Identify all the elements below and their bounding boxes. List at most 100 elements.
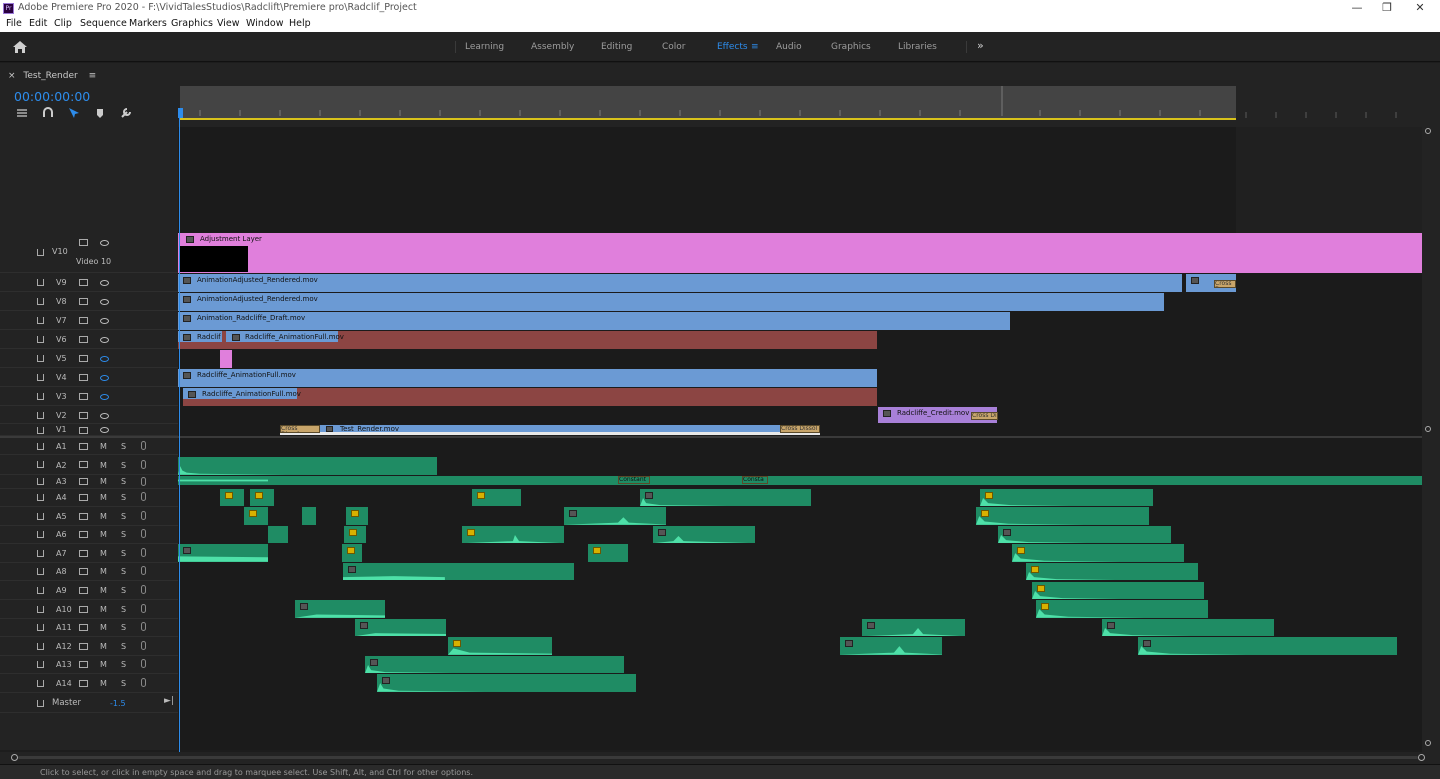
a11-audio-clip[interactable] xyxy=(862,619,965,636)
track-label-v9[interactable]: V9 xyxy=(56,278,67,287)
a4-audio-clip[interactable] xyxy=(640,489,811,506)
timeline-settings-wrench-icon[interactable] xyxy=(120,107,132,119)
solo-button[interactable]: S xyxy=(121,442,126,451)
track-label-a2[interactable]: A2 xyxy=(56,461,67,470)
a4-audio-clip[interactable] xyxy=(472,489,521,506)
cross-dissolve-transition[interactable]: Cross Dissol xyxy=(780,425,820,433)
lock-icon[interactable] xyxy=(37,461,44,468)
lock-icon[interactable] xyxy=(37,680,44,687)
workspace-effects[interactable]: Effects xyxy=(717,42,748,52)
lock-icon[interactable] xyxy=(37,249,44,256)
mute-button[interactable]: M xyxy=(100,642,107,651)
lock-icon[interactable] xyxy=(37,643,44,650)
track-label-v7[interactable]: V7 xyxy=(56,316,67,325)
eye-off-icon[interactable] xyxy=(100,375,109,381)
a4-audio-clip[interactable] xyxy=(980,489,1153,506)
playhead-handle[interactable] xyxy=(178,108,183,118)
sync-lock-icon[interactable] xyxy=(79,513,88,520)
a14-audio-clip[interactable] xyxy=(377,674,636,692)
lock-icon[interactable] xyxy=(37,550,44,557)
video-audio-divider[interactable] xyxy=(0,436,1422,438)
sync-lock-icon[interactable] xyxy=(79,374,88,381)
a7-audio-clip[interactable] xyxy=(588,544,628,562)
lock-icon[interactable] xyxy=(37,374,44,381)
voice-over-mic-icon[interactable] xyxy=(141,548,146,557)
linked-selection-icon[interactable] xyxy=(68,107,80,119)
voice-over-mic-icon[interactable] xyxy=(141,622,146,631)
sync-lock-icon[interactable] xyxy=(79,478,88,485)
sequence-tab[interactable]: × Test_Render ≡ xyxy=(8,71,96,81)
skip-to-end-icon[interactable]: ►| xyxy=(164,696,174,706)
solo-button[interactable]: S xyxy=(121,567,126,576)
track-label-v8[interactable]: V8 xyxy=(56,297,67,306)
a8-audio-clip[interactable] xyxy=(343,563,574,580)
mute-button[interactable]: M xyxy=(100,512,107,521)
lock-icon[interactable] xyxy=(37,513,44,520)
track-label-a1[interactable]: A1 xyxy=(56,442,67,451)
sync-lock-icon[interactable] xyxy=(79,355,88,362)
lock-icon[interactable] xyxy=(37,355,44,362)
a6-audio-clip[interactable] xyxy=(998,526,1171,543)
sync-lock-icon[interactable] xyxy=(79,568,88,575)
track-label-a10[interactable]: A10 xyxy=(56,605,72,614)
constant-power-transition[interactable]: Constant xyxy=(618,476,650,484)
workspace-libraries[interactable]: Libraries xyxy=(898,42,937,52)
a12-audio-clip[interactable] xyxy=(1138,637,1397,655)
a6-audio-clip[interactable] xyxy=(653,526,755,543)
solo-button[interactable]: S xyxy=(121,642,126,651)
solo-button[interactable]: S xyxy=(121,493,126,502)
mute-button[interactable]: M xyxy=(100,530,107,539)
solo-button[interactable]: S xyxy=(121,549,126,558)
menu-help[interactable]: Help xyxy=(289,18,311,29)
a11-audio-clip[interactable] xyxy=(1102,619,1274,636)
playhead-timecode[interactable]: 00:00:00:00 xyxy=(14,89,90,104)
voice-over-mic-icon[interactable] xyxy=(141,460,146,469)
solo-button[interactable]: S xyxy=(121,530,126,539)
eye-icon[interactable] xyxy=(100,280,109,286)
menu-clip[interactable]: Clip xyxy=(54,18,72,29)
lock-icon[interactable] xyxy=(37,494,44,501)
workspace-graphics[interactable]: Graphics xyxy=(831,42,871,52)
mute-button[interactable]: M xyxy=(100,442,107,451)
timeline-track-area[interactable]: Adjustment Layer AnimationAdjusted_Rende… xyxy=(178,127,1422,750)
a12-audio-clip[interactable] xyxy=(448,637,552,655)
lock-icon[interactable] xyxy=(37,700,44,707)
scroll-zoom-handle[interactable] xyxy=(1425,128,1431,134)
playhead-line[interactable] xyxy=(179,118,180,752)
zoom-handle-right[interactable] xyxy=(1418,754,1425,761)
lock-icon[interactable] xyxy=(37,298,44,305)
voice-over-mic-icon[interactable] xyxy=(141,641,146,650)
sync-lock-icon[interactable] xyxy=(79,336,88,343)
cross-dissolve-transition[interactable]: Cross D xyxy=(1214,280,1236,288)
workspace-editing[interactable]: Editing xyxy=(601,42,632,52)
sync-lock-icon[interactable] xyxy=(79,494,88,501)
vertical-scrollbar[interactable] xyxy=(1422,127,1440,752)
a5-audio-clip[interactable] xyxy=(302,507,316,525)
scroll-zoom-handle[interactable] xyxy=(1425,740,1431,746)
horizontal-scrollbar[interactable] xyxy=(0,752,1440,764)
insert-nested-icon[interactable] xyxy=(16,107,28,119)
sync-lock-icon[interactable] xyxy=(79,624,88,631)
sync-lock-icon[interactable] xyxy=(79,461,88,468)
track-label-v10[interactable]: V10 xyxy=(52,247,68,256)
voice-over-mic-icon[interactable] xyxy=(141,477,146,486)
track-label-v3[interactable]: V3 xyxy=(56,392,67,401)
track-label-v2[interactable]: V2 xyxy=(56,411,67,420)
add-marker-icon[interactable] xyxy=(94,107,106,119)
a6-audio-clip[interactable] xyxy=(268,526,288,543)
workspace-learning[interactable]: Learning xyxy=(465,42,504,52)
eye-icon[interactable] xyxy=(100,337,109,343)
sync-lock-icon[interactable] xyxy=(79,298,88,305)
sync-lock-icon[interactable] xyxy=(79,587,88,594)
mute-button[interactable]: M xyxy=(100,567,107,576)
v6-clip[interactable]: Radclif Radcliffe_AnimationFull.mov xyxy=(178,331,877,349)
track-label-a5[interactable]: A5 xyxy=(56,512,67,521)
sync-lock-icon[interactable] xyxy=(79,279,88,286)
solo-button[interactable]: S xyxy=(121,461,126,470)
voice-over-mic-icon[interactable] xyxy=(141,678,146,687)
track-label-a3[interactable]: A3 xyxy=(56,477,67,486)
constant-power-transition[interactable]: Consta xyxy=(742,476,768,484)
menu-graphics[interactable]: Graphics xyxy=(171,18,213,29)
horizontal-scroll-track[interactable] xyxy=(18,756,1418,759)
voice-over-mic-icon[interactable] xyxy=(141,585,146,594)
